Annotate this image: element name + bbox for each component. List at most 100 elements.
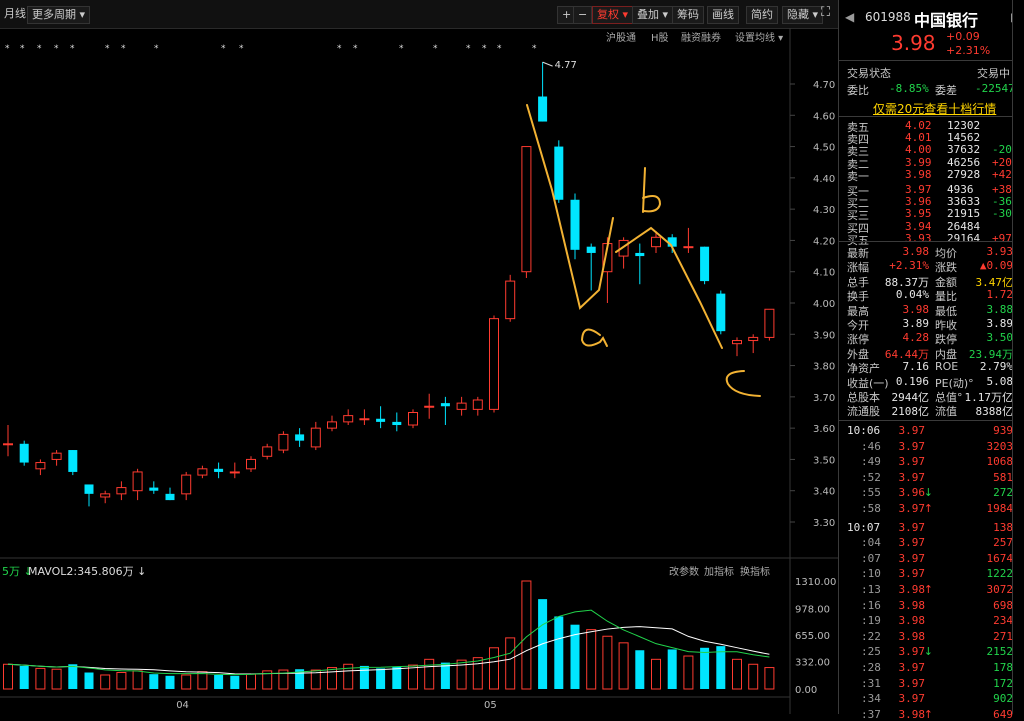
tick-time: :34 [861,692,881,706]
candlestick-chart[interactable]: 4.70 4.60 4.50 4.40 4.30 4.20 4.10 4.00 3.90 3.80… [0,0,838,714]
volume-bar-down [214,674,224,689]
orderbook-change: -30 [992,207,1012,221]
orderbook-price: 4.01 [905,131,932,145]
price-tick-label: 4.30 [813,205,835,216]
annotation-a-letter [580,328,608,347]
candle-body-up [310,427,321,448]
prev-stock-icon[interactable]: ◀ [845,10,854,24]
price-tick-label: 3.50 [813,455,835,466]
volume-legend-mavol2: MAVOL2:345.806万 ↓ [28,565,147,578]
volume-bar-down [84,672,94,689]
tick-volume: 3072 [986,583,1014,596]
stat-value: ▲0.09 [979,259,1013,273]
stat-value: 0.04% [895,288,929,302]
orderbook-volume: 14562 [947,131,981,145]
orderbook-volume: 21915 [947,207,981,221]
tick-time: :16 [861,598,881,612]
candle-body-up [424,405,435,408]
orderbook-volume: 12302 [947,119,981,132]
volume-bar-up [651,658,661,690]
candle-body-up [100,493,111,498]
volume-bar-down [700,647,710,689]
stock-code: 601988 [865,10,911,24]
annotation-b-letter [642,167,662,213]
tick-price: 3.97 [898,551,926,565]
candle-body-down [214,468,224,472]
stat-value: 3.98 [902,245,930,258]
tick-time: :37 [861,707,881,721]
price-change: +0.09 [946,30,980,43]
candle-body-down [440,403,450,407]
orderbook-change: -20 [992,143,1012,157]
volume-bar-down [19,665,29,689]
candle-body-down [716,293,726,332]
volume-bar-down [392,666,402,689]
tick-price: 3.97 [898,536,926,550]
tick-time: :31 [861,676,881,690]
edit-params-button[interactable]: 改参数 [669,563,699,578]
tick-price: 3.97 [898,661,926,674]
volume-bar-up [132,670,143,690]
volume-bar-down [359,665,369,689]
tick-price: 3.98 [898,614,926,628]
stat-value: 3.93 [986,245,1014,258]
order-ratio-label: 委比 [847,84,869,97]
tick-time: :22 [861,629,881,643]
volume-bar-up [764,667,775,690]
volume-bar-up [100,674,111,690]
volume-bar-up [618,642,629,690]
stat-value: 3.98 [902,302,930,316]
level2-promo-link[interactable]: 仅需20元查看十档行情 [873,100,996,117]
orderbook-price: 3.99 [905,155,932,169]
volume-bar-up [181,674,192,690]
candle-body-down [700,246,710,282]
volume-bar-up [748,663,759,690]
volume-bar-up [683,655,694,690]
last-price: 3.98 [891,31,936,55]
tick-price: 3.98 [898,583,926,596]
candle-body-up [472,399,483,410]
candle-body-up [683,246,694,249]
orderbook-volume: 37632 [947,143,981,157]
tick-time: :13 [861,583,881,596]
volume-tick-label: 0.00 [795,685,817,696]
stat-value: 8388亿 [975,405,1014,419]
volume-bar-down [165,675,175,689]
candle-body-down [554,146,564,200]
tick-volume: 234 [993,614,1013,628]
volume-bar-down [440,662,450,689]
tick-volume: 1222 [986,567,1014,581]
price-tick-label: 3.70 [813,393,835,404]
time-tick-label: 05 [484,700,497,711]
price-tick-label: 4.50 [813,143,835,154]
volume-bar-up [489,647,499,690]
annotation-line-a [526,104,614,310]
candle-body-up [3,443,13,446]
tick-volume: 902 [993,692,1013,706]
price-change-pct: +2.31% [946,44,991,57]
candle-body-down [149,487,159,491]
volume-bar-up [408,664,418,690]
tick-price: 3.97 [898,692,926,706]
tick-volume: 138 [993,520,1013,534]
volume-bar-down [716,646,726,689]
candle-body-up [505,280,516,320]
trading-status-label: 交易状态 [847,67,891,80]
candle-body-up [748,336,759,342]
orderbook-price: 3.95 [905,207,932,221]
tick-price: 3.97 [898,439,926,453]
order-diff-label: 委差 [935,84,957,97]
quote-panel: ◀ 601988 中国银行 ▶ 3.98 +0.09 +2.31% 交易状态 交… [838,0,1024,721]
switch-indicator-button[interactable]: 换指标 [740,563,770,578]
tick-volume: 257 [993,536,1013,550]
stat-value: 1.72 [986,288,1014,302]
volume-bar-up [732,658,742,690]
volume-bar-up [586,629,597,690]
tick-price: 3.98 [898,598,926,612]
add-indicator-button[interactable]: 加指标 [704,563,734,578]
tick-direction-arrow: ↓ [923,645,933,659]
stat-value: 3.89 [902,317,930,330]
tick-price: 3.97 [898,520,926,534]
tick-time: :49 [861,455,881,469]
tick-time: 10:07 [847,520,881,534]
